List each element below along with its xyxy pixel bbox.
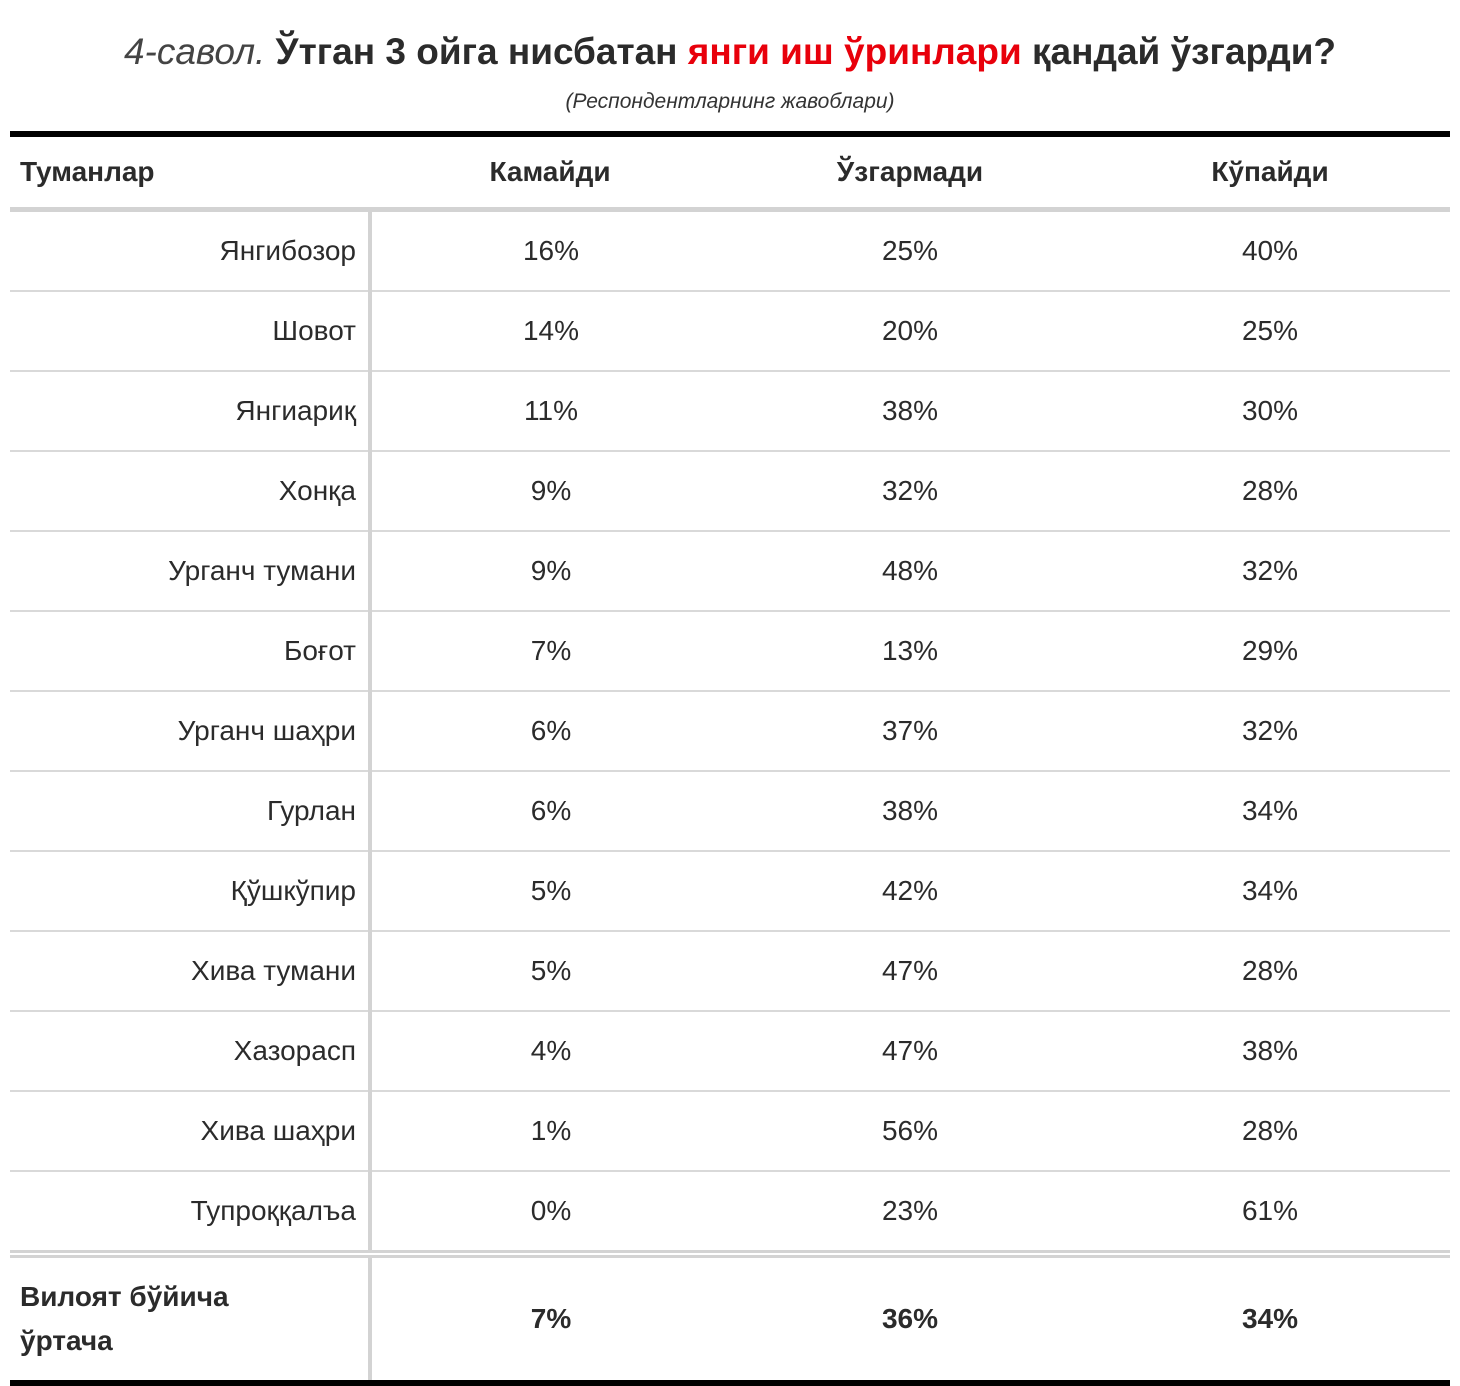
unchanged-value: 38%	[730, 371, 1090, 452]
district-name: Янгибозор	[10, 209, 372, 292]
decreased-value: 11%	[370, 371, 730, 452]
decreased-value: 16%	[370, 209, 730, 292]
increased-value: 34%	[1090, 771, 1450, 852]
decreased-value: 5%	[370, 931, 730, 1012]
district-name: Хазорасп	[10, 1011, 372, 1092]
table-row: Хива тумани 5% 47% 28%	[10, 931, 1450, 1012]
unchanged-value: 38%	[730, 771, 1090, 852]
increased-value: 29%	[1090, 611, 1450, 692]
district-name: Хива тумани	[10, 931, 372, 1012]
increased-value: 30%	[1090, 371, 1450, 452]
district-name: Урганч тумани	[10, 531, 372, 612]
results-table: Туманлар Камайди Ўзгармади Кўпайди Янгиб…	[10, 137, 1450, 1386]
district-name: Шовот	[10, 291, 372, 372]
table-row: Гурлан 6% 38% 34%	[10, 771, 1450, 852]
table-row: Янгибозор 16% 25% 40%	[10, 209, 1450, 292]
table-row: Хазорасп 4% 47% 38%	[10, 1011, 1450, 1092]
district-name: Хива шаҳри	[10, 1091, 372, 1172]
header-row: Туманлар Камайди Ўзгармади Кўпайди	[10, 137, 1450, 212]
table-row: Шовот 14% 20% 25%	[10, 291, 1450, 372]
increased-value: 25%	[1090, 291, 1450, 372]
increased-value: 40%	[1090, 209, 1450, 292]
table-row: Тупроққалъа 0% 23% 61%	[10, 1171, 1450, 1254]
decreased-value: 9%	[370, 531, 730, 612]
district-name: Гурлан	[10, 771, 372, 852]
title-highlight: янги иш ўринлари	[687, 31, 1022, 72]
unchanged-value: 13%	[730, 611, 1090, 692]
decreased-value: 0%	[530, 1195, 572, 1226]
table-row: Урганч тумани 9% 48% 32%	[10, 531, 1450, 612]
unchanged-value: 23%	[881, 1195, 939, 1226]
table-row: Хива шаҳри 1% 56% 28%	[10, 1091, 1450, 1172]
total-increased: 34%	[1090, 1250, 1450, 1386]
total-decreased: 7%	[370, 1250, 730, 1386]
header-district: Туманлар	[10, 137, 370, 212]
decreased-value: 14%	[370, 291, 730, 372]
increased-value: 28%	[1090, 451, 1450, 532]
header-unchanged: Ўзгармади	[730, 137, 1090, 212]
unchanged-value: 56%	[730, 1091, 1090, 1172]
unchanged-value: 32%	[730, 451, 1090, 532]
increased-value: 28%	[1090, 931, 1450, 1012]
table-row: Қўшкўпир 5% 42% 34%	[10, 851, 1450, 932]
total-label-line2: ўртача	[20, 1325, 113, 1356]
unchanged-value: 42%	[730, 851, 1090, 932]
title-text-before: Ўтган 3 ойга нисбатан	[275, 31, 678, 72]
table-row: Хонқа 9% 32% 28%	[10, 451, 1450, 532]
total-label-line1: Вилоят бўйича	[20, 1281, 229, 1312]
header-decreased: Камайди	[370, 137, 730, 212]
unchanged-value: 47%	[730, 1011, 1090, 1092]
unchanged-value: 48%	[730, 531, 1090, 612]
increased-value: 32%	[1090, 531, 1450, 612]
district-name: Тупроққалъа	[10, 1171, 372, 1254]
increased-value: 28%	[1090, 1091, 1450, 1172]
decreased-value: 9%	[370, 451, 730, 532]
decreased-value: 1%	[370, 1091, 730, 1172]
question-number: 4-савол.	[123, 31, 266, 72]
increased-value: 61%	[1241, 1195, 1299, 1226]
total-label: Вилоят бўйича ўртача	[10, 1250, 372, 1386]
increased-value: 38%	[1090, 1011, 1450, 1092]
decreased-value: 4%	[370, 1011, 730, 1092]
page-subtitle: (Респондентларнинг жавоблари)	[565, 90, 895, 113]
unchanged-value: 47%	[730, 931, 1090, 1012]
table-row: Янгиариқ 11% 38% 30%	[10, 371, 1450, 452]
district-name: Урганч шаҳри	[10, 691, 372, 772]
decreased-value: 5%	[370, 851, 730, 932]
unchanged-value: 37%	[730, 691, 1090, 772]
district-name: Янгиариқ	[10, 371, 372, 452]
decreased-value: 6%	[370, 691, 730, 772]
decreased-value: 6%	[370, 771, 730, 852]
table-row: Боғот 7% 13% 29%	[10, 611, 1450, 692]
unchanged-value: 20%	[730, 291, 1090, 372]
increased-value: 34%	[1090, 851, 1450, 932]
district-name: Қўшкўпир	[10, 851, 372, 932]
unchanged-value: 25%	[730, 209, 1090, 292]
increased-value: 32%	[1090, 691, 1450, 772]
title-text-after: қандай ўзгарди?	[1032, 31, 1337, 72]
header-increased: Кўпайди	[1090, 137, 1450, 212]
page-title: 4-савол. Ўтган 3 ойга нисбатан янги иш ў…	[0, 26, 1460, 78]
district-name: Хонқа	[10, 451, 372, 532]
total-unchanged: 36%	[730, 1250, 1090, 1386]
table-row: Урганч шаҳри 6% 37% 32%	[10, 691, 1450, 772]
total-row: Вилоят бўйича ўртача 7% 36% 34%	[10, 1250, 1450, 1386]
decreased-value: 7%	[370, 611, 730, 692]
table-body: Янгибозор 16% 25% 40% Шовот 14% 20% 25% Янгиариқ…	[10, 209, 1450, 1254]
district-name: Боғот	[10, 611, 372, 692]
